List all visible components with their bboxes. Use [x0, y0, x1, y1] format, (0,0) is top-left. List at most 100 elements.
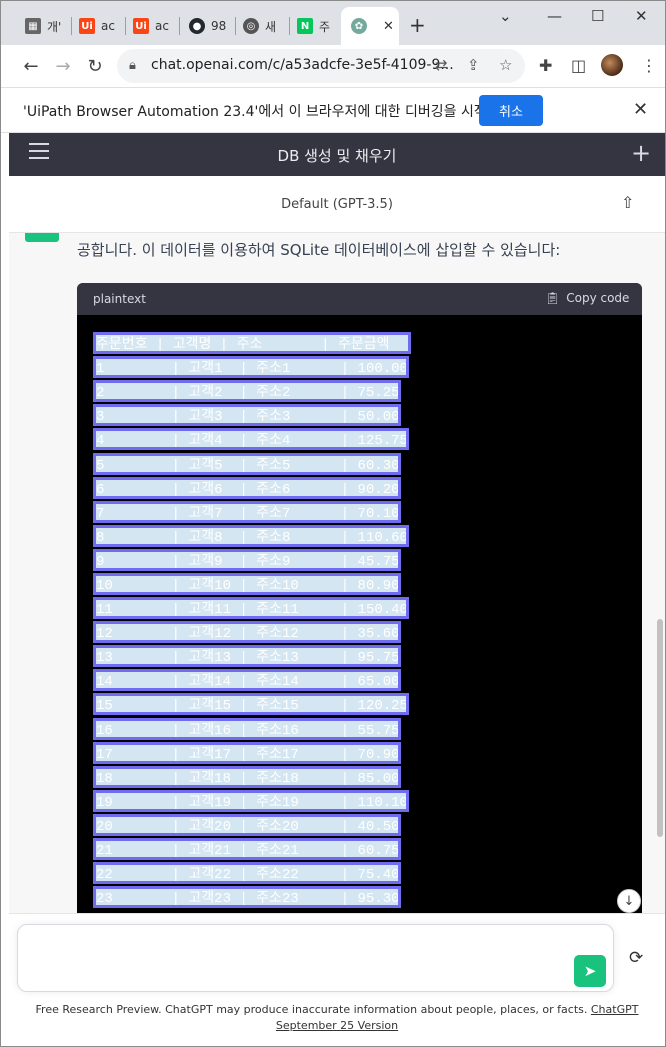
tab-label: 주: [319, 19, 331, 34]
kebab-menu-icon[interactable]: ⋮: [641, 56, 657, 75]
code-line: 5 | 고객5 | 주소5 | 60.30: [93, 451, 411, 475]
selected-code-line: 주문번호 | 고객명 | 주소 | 주문금액: [93, 332, 411, 355]
address-bar[interactable]: 🔒︎ chat.openai.com/c/a53adcfe-3e5f-4109-…: [117, 49, 525, 83]
code-line: 11 | 고객11 | 주소11 | 150.40: [93, 596, 411, 620]
selected-code-line: 11 | 고객11 | 주소11 | 150.40: [93, 597, 409, 620]
back-arrow-icon[interactable]: ←: [19, 54, 43, 78]
code-line: 21 | 고객21 | 주소21 | 60.75: [93, 837, 411, 861]
clipboard-icon: 📋︎: [545, 291, 561, 305]
close-tab-icon[interactable]: ✕: [383, 19, 394, 34]
selected-code-line: 3 | 고객3 | 주소3 | 50.00: [93, 404, 401, 427]
selected-code-line: 6 | 고객6 | 주소6 | 90.20: [93, 476, 401, 499]
selected-code-line: 8 | 고객8 | 주소8 | 110.60: [93, 524, 409, 547]
selected-code-line: 2 | 고객2 | 주소2 | 75.25: [93, 380, 401, 403]
browser-toolbar: ← → ↻ 🔒︎ chat.openai.com/c/a53adcfe-3e5f…: [1, 45, 665, 87]
chatgpt-icon: ✿: [351, 18, 367, 34]
code-lines[interactable]: 주문번호 | 고객명 | 주소 | 주문금액 1 | 고객1 | 주소1 | 10…: [93, 331, 411, 909]
share-icon[interactable]: ⇪: [467, 56, 480, 74]
tab-4[interactable]: ● 98: [189, 13, 229, 39]
tab-1[interactable]: ▦ 개': [25, 13, 65, 39]
minimize-button[interactable]: —: [547, 7, 562, 25]
uipath-icon: Ui: [79, 18, 95, 34]
forward-arrow-icon[interactable]: →: [51, 54, 75, 78]
selected-code-line: 13 | 고객13 | 주소13 | 95.75: [93, 645, 401, 668]
chat-content: 공합니다. 이 데이터를 이용하여 SQLite 데이터베이스에 삽입할 수 있…: [9, 233, 665, 913]
uipath-icon: Ui: [133, 18, 149, 34]
selected-code-line: 15 | 고객15 | 주소15 | 120.25: [93, 693, 409, 716]
selected-code-line: 16 | 고객16 | 주소16 | 55.75: [93, 717, 401, 740]
code-block-header: plaintext 📋︎ Copy code: [77, 283, 642, 315]
code-line: 3 | 고객3 | 주소3 | 50.00: [93, 403, 411, 427]
footer-disclaimer: Free Research Preview. ChatGPT may produ…: [9, 1002, 665, 1034]
copy-code-label: Copy code: [566, 291, 630, 305]
message-input[interactable]: ➤: [17, 924, 614, 992]
new-tab-button[interactable]: +: [409, 13, 426, 37]
code-line: 16 | 고객16 | 주소16 | 55.75: [93, 717, 411, 741]
code-line: 1 | 고객1 | 주소1 | 100.00: [93, 355, 411, 379]
assistant-avatar: [25, 233, 59, 242]
code-line: 14 | 고객14 | 주소14 | 65.00: [93, 668, 411, 692]
selected-code-line: 9 | 고객9 | 주소9 | 45.75: [93, 548, 401, 571]
cancel-button[interactable]: 취소: [479, 95, 543, 126]
tab-6[interactable]: N 주: [297, 13, 337, 39]
code-language-label: plaintext: [93, 292, 146, 306]
chat-title: DB 생성 및 채우기: [277, 147, 397, 165]
code-line: 22 | 고객22 | 주소22 | 75.40: [93, 861, 411, 885]
browser-window: ▦ 개' Ui ac Ui ac ● 98 ◎ 새 N 주 ✿ ✕ + ⌄ — …: [0, 0, 666, 1047]
selected-code-line: 4 | 고객4 | 주소4 | 125.75: [93, 428, 409, 451]
selected-code-line: 19 | 고객19 | 주소19 | 110.10: [93, 789, 409, 812]
code-line: 9 | 고객9 | 주소9 | 45.75: [93, 548, 411, 572]
tab-label: ac: [155, 19, 169, 33]
selected-code-line: 23 | 고객23 | 주소23 | 95.30: [93, 886, 401, 909]
share-icon[interactable]: ⇧: [621, 193, 634, 212]
selected-code-line: 7 | 고객7 | 주소7 | 70.10: [93, 500, 401, 523]
chrome-icon: ◎: [243, 18, 259, 34]
code-block: plaintext 📋︎ Copy code 주문번호 | 고객명 | 주소 |…: [77, 283, 642, 913]
regenerate-icon[interactable]: ⟳: [629, 948, 643, 968]
tab-search-icon[interactable]: ⌄: [499, 7, 512, 25]
extensions-icon[interactable]: ✚: [539, 56, 552, 75]
model-bar: Default (GPT-3.5) ⇧: [9, 176, 665, 233]
tab-3[interactable]: Ui ac: [133, 13, 173, 39]
close-window-button[interactable]: ✕: [635, 7, 648, 25]
code-line: 12 | 고객12 | 주소12 | 35.60: [93, 620, 411, 644]
selected-code-line: 5 | 고객5 | 주소5 | 60.30: [93, 452, 401, 475]
scroll-down-icon[interactable]: ↓: [617, 889, 641, 913]
code-line: 주문번호 | 고객명 | 주소 | 주문금액: [93, 331, 411, 355]
code-line: 6 | 고객6 | 주소6 | 90.20: [93, 476, 411, 500]
send-icon[interactable]: ➤: [574, 955, 606, 987]
code-line: 7 | 고객7 | 주소7 | 70.10: [93, 500, 411, 524]
side-panel-icon[interactable]: ◫: [571, 56, 586, 75]
chat-header: DB 생성 및 채우기 +: [9, 133, 665, 176]
url-text: chat.openai.com/c/a53adcfe-3e5f-4109-9..…: [151, 57, 454, 73]
code-line: 17 | 고객17 | 주소17 | 70.90: [93, 741, 411, 765]
selected-code-line: 14 | 고객14 | 주소14 | 65.00: [93, 669, 401, 692]
selected-code-line: 18 | 고객18 | 주소18 | 85.00: [93, 765, 401, 788]
tab-label: 98: [211, 19, 227, 33]
page-scrollbar[interactable]: [657, 619, 663, 837]
selected-code-line: 17 | 고객17 | 주소17 | 70.90: [93, 741, 401, 764]
selected-code-line: 21 | 고객21 | 주소21 | 60.75: [93, 838, 401, 861]
bookmark-star-icon[interactable]: ☆: [499, 56, 512, 74]
reload-icon[interactable]: ↻: [83, 54, 107, 78]
tab-2[interactable]: Ui ac: [79, 13, 119, 39]
maximize-button[interactable]: ☐: [591, 7, 604, 25]
code-line: 18 | 고객18 | 주소18 | 85.00: [93, 765, 411, 789]
tab-5[interactable]: ◎ 새: [243, 13, 283, 39]
code-line: 4 | 고객4 | 주소4 | 125.75: [93, 427, 411, 451]
translate-icon[interactable]: ⇄: [435, 56, 448, 74]
composer-area: ➤ ⟳ Free Research Preview. ChatGPT may p…: [9, 913, 665, 1046]
tab-active-chatgpt[interactable]: ✿ ✕: [341, 7, 399, 45]
new-chat-icon[interactable]: +: [631, 139, 651, 167]
footer-text: Free Research Preview. ChatGPT may produ…: [35, 1003, 588, 1016]
profile-avatar[interactable]: [601, 54, 623, 76]
copy-code-button[interactable]: 📋︎ Copy code: [545, 291, 629, 305]
tab-label: 새: [265, 19, 277, 34]
code-line: 13 | 고객13 | 주소13 | 95.75: [93, 644, 411, 668]
selected-code-line: 22 | 고객22 | 주소22 | 75.40: [93, 862, 401, 885]
code-line: 23 | 고객23 | 주소23 | 95.30: [93, 885, 411, 909]
code-line: 20 | 고객20 | 주소20 | 40.50: [93, 813, 411, 837]
tab-label: 개': [47, 19, 62, 34]
selected-code-line: 1 | 고객1 | 주소1 | 100.00: [93, 356, 409, 379]
close-icon[interactable]: ✕: [633, 99, 648, 120]
